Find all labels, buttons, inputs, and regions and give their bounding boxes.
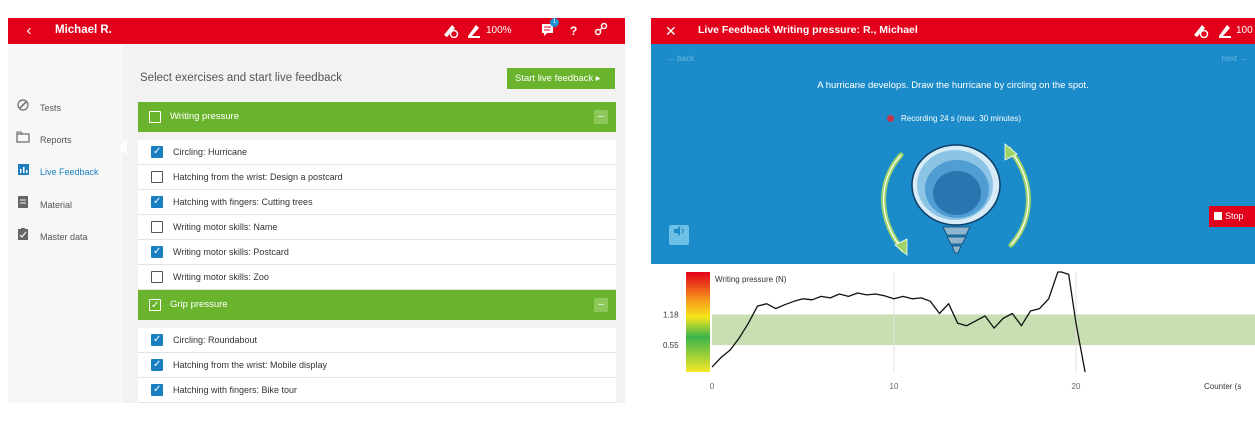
- clipboard-icon: [16, 228, 30, 247]
- close-button[interactable]: ✕: [665, 22, 677, 40]
- exercise-instruction: A hurricane develops. Draw the hurricane…: [817, 80, 1089, 91]
- exercise-label: Hatching with fingers: Bike tour: [173, 385, 298, 395]
- sidebar-item-material[interactable]: Material: [16, 196, 121, 214]
- pen-pressure-icon[interactable]: [441, 22, 459, 40]
- start-live-feedback-button[interactable]: Start live feedback ▸: [507, 68, 615, 89]
- group-header-grip-pressure[interactable]: Grip pressure –: [138, 290, 616, 321]
- pen-battery-icon[interactable]: [466, 22, 482, 40]
- exercise-row[interactable]: Hatching from the wrist: Mobile display: [138, 353, 616, 378]
- sidebar: Tests Reports Live Feedback Material Mas…: [8, 44, 123, 403]
- pencil-circle-icon: [16, 99, 30, 118]
- pen-pressure-icon[interactable]: [1191, 22, 1209, 40]
- pressure-color-scale: [686, 272, 710, 372]
- bar-chart-icon: [16, 164, 30, 182]
- exercise-checkbox[interactable]: [151, 240, 163, 264]
- hurricane-exercise-panel: ✕ Live Feedback Writing pressure: R., Mi…: [651, 18, 1255, 403]
- user-name: Michael R.: [55, 24, 112, 36]
- x-tick-label: 10: [890, 382, 899, 391]
- exercise-label: Writing motor skills: Zoo: [173, 272, 269, 282]
- x-tick-label: 0: [710, 382, 715, 391]
- exercise-label: Hatching from the wrist: Design a postca…: [173, 172, 343, 182]
- exercise-label: Writing motor skills: Name: [173, 222, 278, 232]
- exercise-checkbox[interactable]: [151, 171, 163, 183]
- sidebar-item-tests[interactable]: Tests: [16, 99, 121, 117]
- messages-icon[interactable]: 1: [541, 18, 559, 40]
- stop-icon: [1214, 212, 1222, 220]
- pressure-chart-svg: 1.18 0.55 0 10 20 Writing pressure (N) Counter…: [663, 271, 1255, 391]
- exercise-label: Hatching from the wrist: Mobile display: [173, 360, 328, 370]
- top-bar: ‹ Michael R. 100% 1 ?: [8, 18, 625, 44]
- exercise-list-area: Select exercises and start live feedback…: [128, 44, 625, 403]
- page-title: Select exercises and start live feedback: [140, 72, 342, 84]
- pen-battery-icon[interactable]: [1217, 22, 1233, 40]
- hurricane-core: [933, 171, 981, 215]
- exercise-label: Circling: Roundabout: [173, 335, 258, 345]
- tornado-funnel: [942, 226, 971, 254]
- y-tick-label: 0.55: [663, 341, 679, 350]
- help-button[interactable]: ?: [570, 22, 577, 40]
- exercise-row[interactable]: Writing motor skills: Name: [138, 215, 616, 240]
- stop-label: Stop: [1225, 211, 1244, 221]
- group-checkbox[interactable]: [149, 291, 161, 321]
- recording-status: Recording 24 s (max. 30 minutes): [887, 114, 1021, 123]
- exercise-label: Circling: Hurricane: [173, 147, 248, 157]
- group-title: Grip pressure: [170, 299, 228, 310]
- pen-battery-percent: 100%: [486, 25, 512, 36]
- message-count-badge: 1: [550, 18, 559, 27]
- exercise-checkbox[interactable]: [151, 140, 163, 164]
- collapse-button[interactable]: –: [594, 298, 608, 312]
- stop-button[interactable]: Stop: [1209, 206, 1255, 227]
- group-header-writing-pressure[interactable]: Writing pressure –: [138, 102, 616, 132]
- collapse-button[interactable]: –: [594, 110, 608, 124]
- x-tick-label: 20: [1072, 382, 1081, 391]
- speaker-button[interactable]: [669, 225, 689, 245]
- exercise-checkbox[interactable]: [151, 378, 163, 402]
- exercise-row[interactable]: Writing motor skills: Zoo: [138, 265, 616, 290]
- top-bar: ✕ Live Feedback Writing pressure: R., Mi…: [651, 18, 1255, 44]
- exercise-checkbox[interactable]: [151, 353, 163, 377]
- exercise-title: Live Feedback Writing pressure: R., Mich…: [698, 24, 918, 36]
- sidebar-item-label: Tests: [40, 103, 62, 113]
- exercise-label: Hatching with fingers: Cutting trees: [173, 197, 313, 207]
- exercise-row[interactable]: Hatching with fingers: Bike tour: [138, 378, 616, 403]
- connection-icon[interactable]: [594, 22, 608, 40]
- exercise-checkbox[interactable]: [151, 271, 163, 283]
- sidebar-item-live-feedback[interactable]: Live Feedback: [16, 163, 121, 181]
- speaker-icon: [674, 226, 684, 236]
- y-axis-label: Writing pressure (N): [715, 275, 787, 284]
- target-band: [712, 314, 1255, 346]
- group-checkbox[interactable]: [149, 111, 161, 123]
- pen-battery-percent: 100: [1236, 25, 1253, 36]
- back-button[interactable]: ‹: [18, 22, 40, 40]
- exercise-row[interactable]: Writing motor skills: Postcard: [138, 240, 616, 265]
- document-icon: [16, 196, 30, 215]
- exercise-label: Writing motor skills: Postcard: [173, 247, 289, 257]
- exercise-stage: ← back next → A hurricane develops. Draw…: [651, 44, 1255, 264]
- sidebar-item-reports[interactable]: Reports: [16, 131, 121, 149]
- x-axis-label: Counter (s: [1204, 382, 1241, 391]
- recording-text: Recording 24 s (max. 30 minutes): [901, 114, 1022, 123]
- sidebar-item-master-data[interactable]: Master data: [16, 228, 121, 246]
- group-title: Writing pressure: [170, 111, 239, 122]
- exercise-row[interactable]: Circling: Roundabout: [138, 328, 616, 353]
- record-dot-icon: [887, 115, 894, 122]
- folder-icon: [16, 131, 30, 150]
- sidebar-item-label: Material: [40, 200, 73, 210]
- active-indicator: [119, 139, 127, 155]
- exercise-row[interactable]: Circling: Hurricane: [138, 140, 616, 165]
- sidebar-item-label: Live Feedback: [40, 167, 99, 177]
- sidebar-item-label: Master data: [40, 232, 88, 242]
- nav-next-link[interactable]: next →: [1222, 54, 1247, 63]
- nav-back-link[interactable]: ← back: [667, 54, 694, 63]
- exercise-checkbox[interactable]: [151, 221, 163, 233]
- live-feedback-list-panel: ‹ Michael R. 100% 1 ? Tests Reports Live…: [8, 18, 625, 403]
- hurricane-illustration: [881, 143, 1031, 256]
- y-tick-label: 1.18: [663, 310, 679, 319]
- exercise-checkbox[interactable]: [151, 328, 163, 352]
- exercise-row[interactable]: Hatching with fingers: Cutting trees: [138, 190, 616, 215]
- exercise-row[interactable]: Hatching from the wrist: Design a postca…: [138, 165, 616, 190]
- sidebar-item-label: Reports: [40, 135, 72, 145]
- pressure-chart: 1.18 0.55 0 10 20 Writing pressure (N) Counter…: [651, 264, 1255, 403]
- exercise-checkbox[interactable]: [151, 190, 163, 214]
